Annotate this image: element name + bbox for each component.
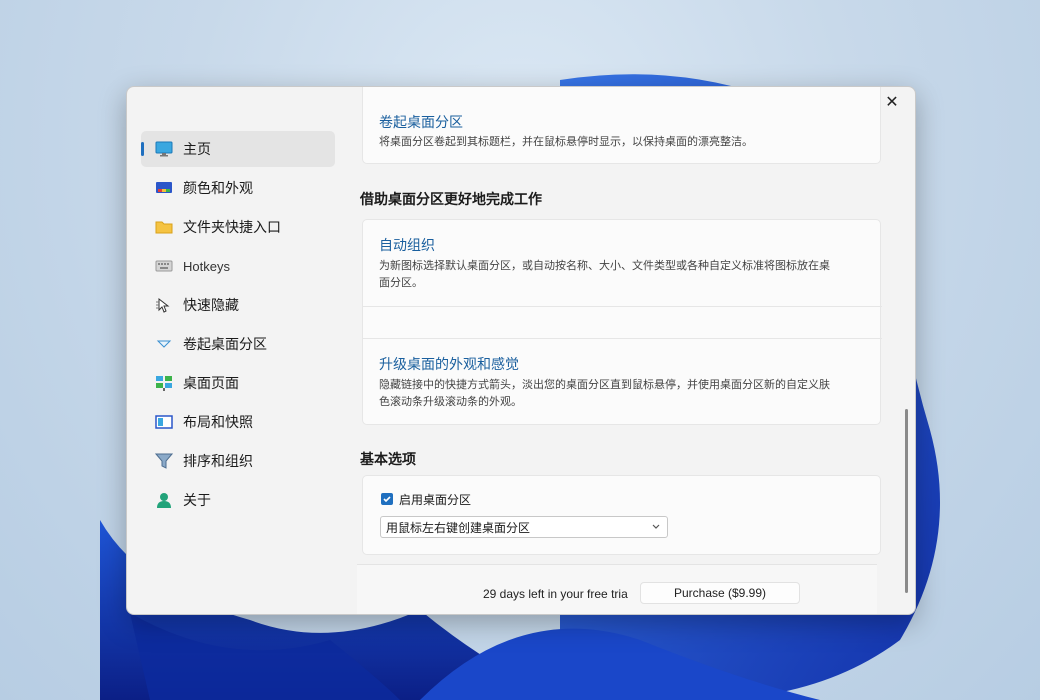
filter-icon [155,452,173,470]
card-title: 卷起桌面分区 [379,115,463,131]
sidebar-item-label: 布局和快照 [183,415,253,431]
enable-fences-checkbox[interactable] [381,493,393,505]
sidebar-item-label: 卷起桌面分区 [183,337,267,353]
card-description: 隐藏链接中的快捷方式箭头，淡出您的桌面分区直到鼠标悬停，并使用桌面分区新的自定义… [379,378,830,408]
card-title-auto-organize[interactable]: 自动组织 [379,235,435,255]
trial-text: 29 days left in your free tria [483,587,628,601]
layout-icon [155,413,173,431]
sidebar-nav: 主页 颜色和外观 文件夹快捷入口 Hotkeys 快速隐藏 卷起桌面分区 桌面页… [141,131,335,521]
feature-cards-group: 自动组织 为新图标选择默认桌面分区，或自动按名称、大小、文件类型或各种自定义标准… [362,219,882,425]
card-description: 为新图标选择默认桌面分区，或自动按名称、大小、文件类型或各种自定义标准将图标放在… [379,259,830,289]
sidebar-item-layout[interactable]: 布局和快照 [141,404,335,440]
create-fence-select[interactable]: 用鼠标左右键创建桌面分区 [380,516,668,538]
chevron-down-icon [155,335,173,353]
keyboard-icon [155,257,173,275]
card-description: 将桌面分区卷起到其标题栏，并在鼠标悬停时显示，以保持桌面的漂亮整洁。 [379,135,753,148]
sidebar-item-label: 排序和组织 [183,454,253,470]
cursor-hide-icon [155,296,173,314]
folder-icon [155,218,173,236]
sidebar-item-label: 主页 [183,142,211,158]
palette-icon [155,179,173,197]
sidebar-item-sorting[interactable]: 排序和组织 [141,443,335,479]
content-pane: 卷起桌面分区 将桌面分区卷起到其标题栏，并在鼠标悬停时显示，以保持桌面的漂亮整洁… [349,87,915,614]
sidebar-item-quick-hide[interactable]: 快速隐藏 [141,287,335,323]
enable-fences-label[interactable]: 启用桌面分区 [399,491,471,508]
sidebar-item-label: 关于 [183,493,211,509]
sidebar-item-label: 颜色和外观 [183,181,253,197]
create-fence-select-value: 用鼠标左右键创建桌面分区 [386,521,531,535]
sidebar-item-hotkeys[interactable]: Hotkeys [141,248,335,284]
section-title-basic-options: 基本选项 [360,452,416,468]
sidebar-item-about[interactable]: 关于 [141,482,335,518]
sidebar-item-label: 文件夹快捷入口 [183,220,281,236]
sidebar-item-home[interactable]: 主页 [141,131,335,167]
desktop-pages-icon [155,374,173,392]
sidebar-item-label: 快速隐藏 [183,298,239,314]
section-title-get-more-done: 借助桌面分区更好地完成工作 [360,192,542,208]
scrollbar-thumb[interactable] [905,409,908,593]
person-icon [155,491,173,509]
trial-footer: 29 days left in your free tria Purchase … [357,564,877,614]
checkmark-icon [383,496,391,503]
options-card: 启用桌面分区 用鼠标左右键创建桌面分区 [362,475,881,555]
divider [363,306,882,307]
sidebar-item-label: 桌面页面 [183,376,239,392]
sidebar-item-folder-portals[interactable]: 文件夹快捷入口 [141,209,335,245]
sidebar-item-rollup[interactable]: 卷起桌面分区 [141,326,335,362]
monitor-icon [155,140,173,158]
card-title-upgrade-look[interactable]: 升级桌面的外观和感觉 [379,354,519,374]
rollup-card[interactable]: 卷起桌面分区 将桌面分区卷起到其标题栏，并在鼠标悬停时显示，以保持桌面的漂亮整洁… [362,87,881,164]
app-window: ✕ 主页 颜色和外观 文件夹快捷入口 Hotkeys 快速隐藏 卷起桌面分区 桌… [126,86,916,615]
sidebar-item-desktop-pages[interactable]: 桌面页面 [141,365,335,401]
purchase-button[interactable]: Purchase ($9.99) [640,582,800,604]
sidebar-item-label: Hotkeys [183,258,230,274]
chevron-down-icon [652,524,660,529]
sidebar-item-colors[interactable]: 颜色和外观 [141,170,335,206]
divider [363,338,882,339]
